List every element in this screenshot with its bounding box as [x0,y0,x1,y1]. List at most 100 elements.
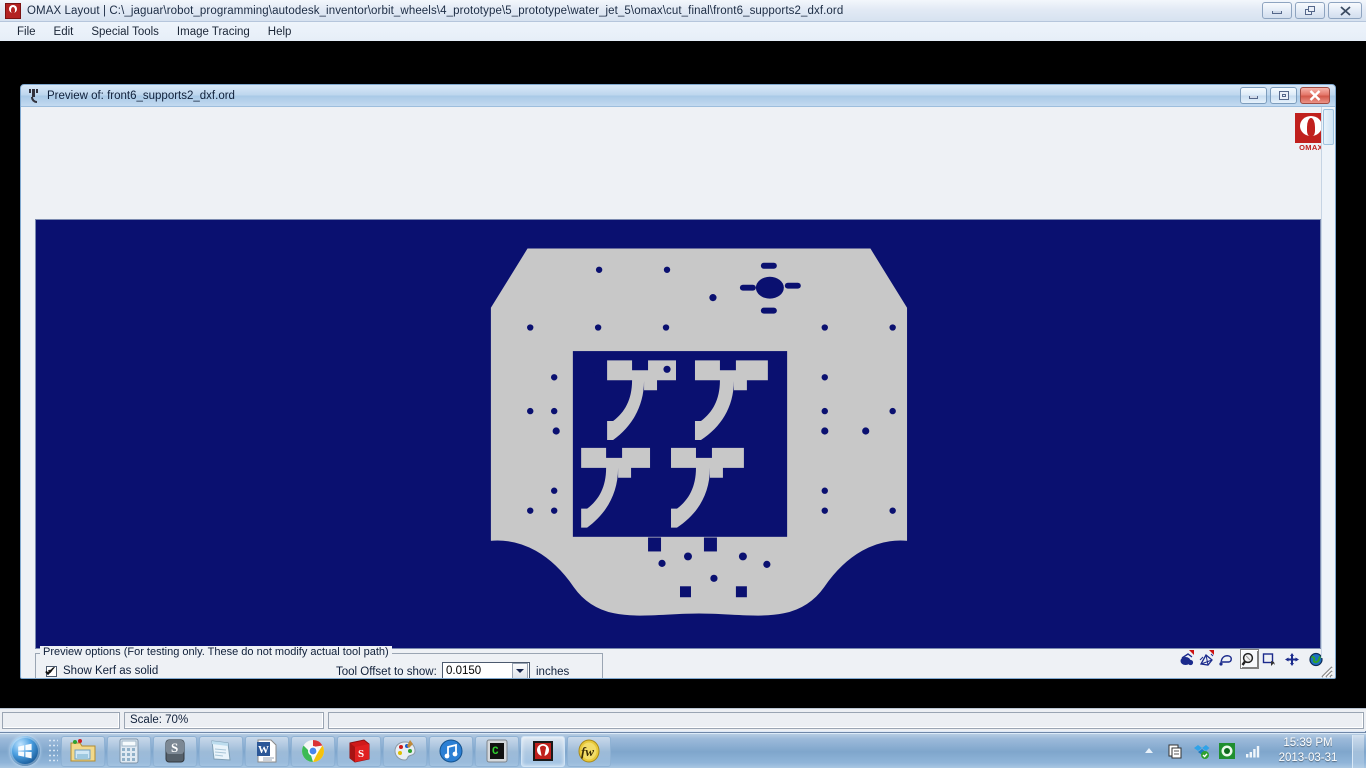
preview-canvas[interactable] [35,219,1321,649]
minimize-icon [1249,96,1258,99]
resize-grip[interactable] [1320,665,1333,678]
taskbar-file-explorer[interactable] [61,735,105,767]
word-icon: W [257,739,277,763]
close-icon [1309,90,1321,101]
minimize-icon [1272,10,1282,14]
clock-time: 15:39 PM [1283,737,1333,749]
part-geometry [36,220,1320,648]
zoom-window-icon[interactable] [1259,649,1279,669]
taskbar: S W S C fw 15:39 PM 2013-03-31 [0,733,1366,768]
taskbar-terminal[interactable]: C [475,735,519,767]
mdi-client-area: Preview of: front6_supports2_dxf.ord OMA… [0,41,1366,708]
show-kerf-label: Show Kerf as solid [63,665,159,677]
view-toolbar [1178,647,1326,671]
taskbar-word[interactable]: W [245,735,289,767]
menu-item-edit[interactable]: Edit [45,25,83,39]
status-pane-scale: Scale: 70% [124,711,324,729]
close-icon [1339,5,1351,16]
maximize-icon [1278,91,1289,100]
tool-offset-input[interactable] [446,664,512,678]
omax-brand-label: OMAX [1299,142,1323,152]
menu-item-file[interactable]: File [8,25,45,39]
zoom-icon[interactable] [1240,649,1259,669]
preview-options-legend: Preview options (For testing only. These… [40,646,392,658]
s-drive-icon: S [165,739,185,763]
water-jet-nozzle-icon [27,88,41,103]
show-desktop-button[interactable] [1352,734,1364,768]
notepad-icon [211,740,231,761]
render-as-solid-icon[interactable] [1178,649,1197,669]
minimize-button[interactable] [1262,2,1292,19]
taskbar-calculator[interactable] [107,735,151,767]
tray-network-icon[interactable] [1244,742,1262,760]
show-kerf-as-solid-checkbox[interactable]: Show Kerf as solid [46,664,159,677]
preview-vertical-scrollbar[interactable] [1321,107,1335,658]
scrollbar-thumb[interactable] [1323,109,1334,145]
tray-show-hidden-icon[interactable] [1140,742,1158,760]
main-menubar: File Edit Special Tools Image Tracing He… [0,22,1366,41]
screen: OMAX Layout | C:\_jaguar\robot_programmi… [0,0,1366,768]
folder-icon [70,739,96,762]
preview-maximize-button[interactable] [1270,87,1297,104]
taskbar-itunes[interactable] [429,735,473,767]
taskbar-fw[interactable]: fw [567,735,611,767]
chrome-icon [302,740,324,762]
preview-window-title: Preview of: front6_supports2_dxf.ord [47,89,235,102]
menu-item-special-tools[interactable]: Special Tools [82,25,168,39]
close-button[interactable] [1328,2,1362,19]
status-pane-right [328,711,1364,729]
svg-text:C: C [492,746,499,758]
restore-button[interactable] [1295,2,1325,19]
preview-options-group: Preview options (For testing only. These… [35,646,603,678]
svg-text:S: S [171,740,178,755]
tool-offset-units: inches [536,666,570,678]
menu-item-image-tracing[interactable]: Image Tracing [168,25,259,39]
status-pane-left [2,711,120,729]
windows-start-orb-icon[interactable] [2,736,47,767]
window-title: OMAX Layout | C:\_jaguar\robot_programmi… [27,4,844,17]
preview-body: OMAX Preview options (For testing only. … [21,107,1335,678]
itunes-icon [439,739,463,763]
show-path-icon[interactable] [1216,649,1236,669]
taskbar-s-drive[interactable]: S [153,735,197,767]
svg-text:S: S [358,748,364,760]
preview-window: Preview of: front6_supports2_dxf.ord OMA… [20,84,1336,679]
svg-text:fw: fw [581,744,594,759]
render-as-lines-icon[interactable] [1197,649,1216,669]
main-window: OMAX Layout | C:\_jaguar\robot_programmi… [0,0,1366,733]
dropdown-flag-icon [1208,650,1214,655]
preview-window-controls [1237,87,1335,104]
pan-icon[interactable] [1283,649,1302,669]
menu-item-help[interactable]: Help [259,25,301,39]
tray-green-circle-icon[interactable] [1218,742,1236,760]
restore-icon [1304,6,1316,15]
preview-close-button[interactable] [1300,87,1330,104]
main-window-controls [1259,0,1366,22]
taskbar-chrome[interactable] [291,735,335,767]
calculator-icon [119,738,139,764]
omax-icon [533,741,553,761]
main-titlebar[interactable]: OMAX Layout | C:\_jaguar\robot_programmi… [0,0,1366,22]
taskbar-notepad[interactable] [199,735,243,767]
clock-date: 2013-03-31 [1278,752,1338,764]
taskbar-omax[interactable] [521,735,565,767]
terminal-icon: C [486,739,508,763]
tray-clipboard-icon[interactable] [1166,742,1184,760]
chevron-down-icon[interactable] [512,663,528,678]
taskbar-paint[interactable] [383,735,427,767]
taskbar-grip[interactable] [48,738,58,764]
checkbox-box [46,664,57,677]
tool-offset-combobox[interactable] [442,662,530,678]
preview-minimize-button[interactable] [1240,87,1267,104]
system-tray: 15:39 PM 2013-03-31 [1136,734,1366,768]
taskbar-clock[interactable]: 15:39 PM 2013-03-31 [1266,735,1350,768]
preview-titlebar[interactable]: Preview of: front6_supports2_dxf.ord [21,85,1335,107]
status-bar: Scale: 70% [0,708,1366,731]
taskbar-solidworks[interactable]: S [337,735,381,767]
paint-palette-icon [394,740,416,761]
fw-icon: fw [578,739,600,763]
tray-dropbox-icon[interactable] [1192,742,1210,760]
solidworks-icon: S [349,739,370,763]
svg-text:W: W [258,744,269,756]
omax-logo-icon [5,2,21,19]
